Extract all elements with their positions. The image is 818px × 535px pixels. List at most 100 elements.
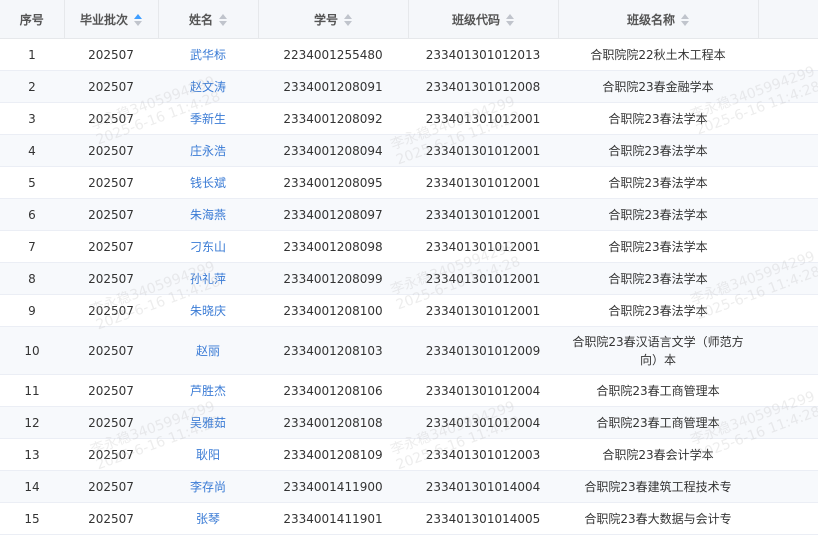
class-name-cell-text: 合职院23春法学本 (608, 176, 708, 190)
class-code-cell-text: 233401301012004 (425, 415, 541, 430)
table-row[interactable]: 6 202507 朱海燕 2334001208097 233401301012001 合职… (0, 198, 818, 231)
student-id-cell: 2334001208099 (258, 262, 408, 295)
name-link-text[interactable]: 吴雅茹 (190, 416, 226, 430)
batch-cell: 202507 (64, 134, 158, 167)
batch-cell-text: 202507 (88, 343, 134, 358)
name-link[interactable]: 吴雅茹 (158, 406, 258, 439)
sort-icon[interactable] (344, 14, 352, 26)
table-row[interactable]: 8 202507 孙礼萍 2334001208099 233401301012001 合职… (0, 262, 818, 295)
student-id-cell: 2334001208094 (258, 134, 408, 167)
name-link[interactable]: 钱长斌 (158, 166, 258, 199)
name-link[interactable]: 季新生 (158, 102, 258, 135)
index-cell: 9 (0, 294, 64, 327)
index-cell-text: 3 (28, 111, 36, 126)
name-link-text[interactable]: 芦胜杰 (190, 384, 226, 398)
class-name-cell-text: 合职院23春法学本 (608, 112, 708, 126)
name-link[interactable]: 李存尚 (158, 470, 258, 503)
table-row[interactable]: 4 202507 庄永浩 2334001208094 233401301012001 合职… (0, 134, 818, 167)
batch-cell-text: 202507 (88, 511, 134, 526)
name-link-text[interactable]: 庄永浩 (190, 144, 226, 158)
table-row[interactable]: 11 202507 芦胜杰 2334001208106 233401301012004 合… (0, 374, 818, 407)
index-cell: 1 (0, 38, 64, 71)
class-code-cell-text: 233401301014004 (425, 479, 541, 494)
name-link-text[interactable]: 钱长斌 (190, 176, 226, 190)
header-class-code[interactable]: 班级代码 (408, 0, 559, 39)
header-batch[interactable]: 毕业批次 (64, 0, 159, 39)
table-row[interactable]: 5 202507 钱长斌 2334001208095 233401301012001 合职… (0, 166, 818, 199)
name-link-text[interactable]: 张琴 (196, 512, 220, 526)
name-link[interactable]: 庄永浩 (158, 134, 258, 167)
sort-icon[interactable] (506, 14, 514, 26)
table-row[interactable]: 14 202507 李存尚 2334001411900 233401301014004 合… (0, 470, 818, 503)
header-class-name[interactable]: 班级名称 (558, 0, 759, 39)
table-row[interactable]: 1 202507 武华标 2234001255480 233401301012013 合职… (0, 38, 818, 71)
name-link[interactable]: 孙礼萍 (158, 262, 258, 295)
name-link-text[interactable]: 朱晓庆 (190, 304, 226, 318)
name-link[interactable]: 赵丽 (158, 326, 258, 375)
class-code-cell: 233401301012004 (408, 406, 558, 439)
sort-icon[interactable] (134, 14, 142, 26)
batch-cell-text: 202507 (88, 239, 134, 254)
name-link-text[interactable]: 耿阳 (196, 448, 220, 462)
index-cell: 4 (0, 134, 64, 167)
extra-cell (758, 502, 818, 535)
name-link-text[interactable]: 李存尚 (190, 480, 226, 494)
student-id-cell-text: 2334001208098 (283, 239, 383, 254)
table-row[interactable]: 13 202507 耿阳 2334001208109 233401301012003 合职… (0, 438, 818, 471)
table-row[interactable]: 15 202507 张琴 2334001411901 233401301014005 合职… (0, 502, 818, 535)
name-link-text[interactable]: 刁东山 (190, 240, 226, 254)
name-link-text[interactable]: 朱海燕 (190, 208, 226, 222)
index-cell: 10 (0, 326, 64, 375)
sort-icon[interactable] (219, 14, 227, 26)
class-name-cell-text: 合职院23春大数据与会计专 (584, 512, 732, 526)
name-link[interactable]: 耿阳 (158, 438, 258, 471)
name-link-text[interactable]: 赵文涛 (190, 80, 226, 94)
table-row[interactable]: 7 202507 刁东山 2334001208098 233401301012001 合职… (0, 230, 818, 263)
student-id-cell: 2334001208103 (258, 326, 408, 375)
class-name-cell: 合职院23春法学本 (558, 294, 758, 327)
name-link[interactable]: 朱晓庆 (158, 294, 258, 327)
batch-cell: 202507 (64, 38, 158, 71)
name-link[interactable]: 武华标 (158, 38, 258, 71)
batch-cell-text: 202507 (88, 415, 134, 430)
batch-cell-text: 202507 (88, 383, 134, 398)
table-header-row: 序号 毕业批次 姓名 学号 班级代码 班级名称 (0, 0, 818, 39)
student-id-cell: 2334001208106 (258, 374, 408, 407)
header-student-id[interactable]: 学号 (258, 0, 409, 39)
class-code-cell-text: 233401301012008 (425, 79, 541, 94)
class-name-cell-text: 合职院23春法学本 (608, 240, 708, 254)
student-id-cell-text: 2234001255480 (283, 47, 383, 62)
table-row[interactable]: 9 202507 朱晓庆 2334001208100 233401301012001 合职… (0, 294, 818, 327)
graduates-table: 序号 毕业批次 姓名 学号 班级代码 班级名称 1 202507 武华标 223400… (0, 0, 818, 535)
name-link-text[interactable]: 武华标 (190, 48, 226, 62)
name-link[interactable]: 芦胜杰 (158, 374, 258, 407)
name-link[interactable]: 张琴 (158, 502, 258, 535)
header-name[interactable]: 姓名 (158, 0, 259, 39)
extra-cell (758, 38, 818, 71)
student-id-cell-text: 2334001411900 (283, 479, 383, 494)
class-code-cell-text: 233401301012013 (425, 47, 541, 62)
name-link[interactable]: 朱海燕 (158, 198, 258, 231)
name-link-text[interactable]: 孙礼萍 (190, 272, 226, 286)
table-row[interactable]: 10 202507 赵丽 2334001208103 233401301012009 合职… (0, 326, 818, 375)
index-cell: 12 (0, 406, 64, 439)
name-link-text[interactable]: 季新生 (190, 112, 226, 126)
class-code-cell-text: 233401301012004 (425, 383, 541, 398)
class-code-cell: 233401301012001 (408, 166, 558, 199)
table-row[interactable]: 12 202507 吴雅茹 2334001208108 233401301012004 合… (0, 406, 818, 439)
table-row[interactable]: 3 202507 季新生 2334001208092 233401301012001 合职… (0, 102, 818, 135)
header-extra (758, 0, 818, 39)
table-row[interactable]: 2 202507 赵文涛 2334001208091 233401301012008 合职… (0, 70, 818, 103)
index-cell: 14 (0, 470, 64, 503)
name-link[interactable]: 赵文涛 (158, 70, 258, 103)
class-name-cell: 合职院23春工商管理本 (558, 374, 758, 407)
student-id-cell-text: 2334001208091 (283, 79, 383, 94)
name-link-text[interactable]: 赵丽 (196, 344, 220, 358)
batch-cell-text: 202507 (88, 447, 134, 462)
index-cell: 3 (0, 102, 64, 135)
student-id-cell-text: 2334001208092 (283, 111, 383, 126)
sort-icon[interactable] (681, 14, 689, 26)
batch-cell: 202507 (64, 262, 158, 295)
name-link[interactable]: 刁东山 (158, 230, 258, 263)
header-index: 序号 (0, 0, 65, 39)
